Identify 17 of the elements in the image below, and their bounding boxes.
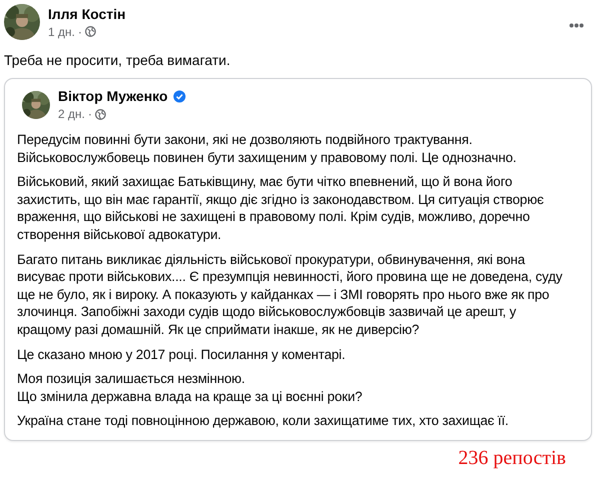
post-paragraph: Це сказано мною у 2017 році. Посилання у коментарі. [17, 346, 346, 364]
author-name[interactable]: Віктор Муженко [58, 88, 168, 104]
post-time[interactable]: 1 дн. [48, 24, 75, 38]
globe-icon [94, 108, 106, 120]
separator-dot: · [78, 24, 82, 38]
post-paragraph: Багато питань викликає діяльність військової прокуратури, обвинувачення, які вона висуває проти військових.... Є презумпція невинності, його провина ще не доведена, суду ще не було, як і вироку. А показують у кайданках — і ЗМІ говорять про нього вже як про злочинця. Запобіжні заходи судів щодо військовослужбовців зазвичай це арешт, у кращому разі домашній. Як це сприймати інакше, як не диверсію? [17, 250, 564, 339]
globe-icon [84, 26, 96, 37]
post-paragraph: Військовий, який захищає Батьківщину, має бути чітко впевнений, що й вона його захистить, що він має гарантії, якщо діє згідно із законодавством. Ця ситуація створює враження, що військові не захищені в правовому полі. Крім судів, можливо, доречно створення військової адвокатури. [17, 173, 545, 244]
repost-count: 236 репостів [458, 446, 566, 469]
post-paragraph: Передусім повинні бути закони, які не дозволяють подвійного трактування. Військовослужбовець повинен бути захищеним у правовому полі. Це однозначно. [17, 131, 518, 166]
post-text: Треба не просити, треба вимагати. [4, 52, 232, 68]
separator-dot: · [88, 107, 92, 121]
post-time[interactable]: 2 дн. [58, 107, 85, 121]
post-paragraph: Моя позиція залишається незмінною. Що змінила державна влада на краще за ці воєнні роки? [17, 370, 364, 406]
more-options-icon[interactable] [569, 23, 584, 28]
author-name[interactable]: Ілля Костін [48, 6, 561, 22]
post-paragraph: Україна стане тоді повноцінною державою, коли захищатиме тих, хто захищає її. [17, 412, 510, 430]
